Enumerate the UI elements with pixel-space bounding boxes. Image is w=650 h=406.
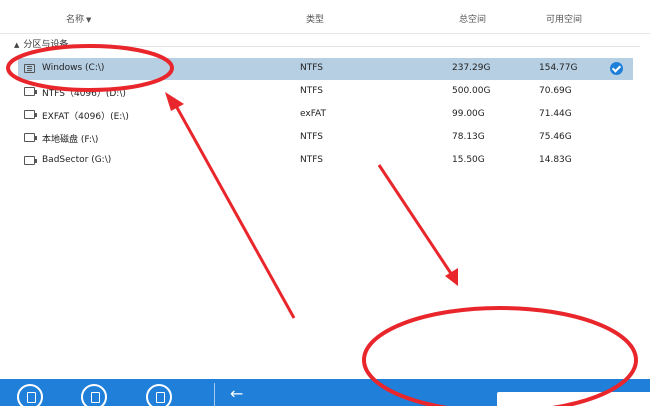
annotation-arrow-down [377,164,454,276]
back-arrow-icon[interactable]: ← [230,386,243,402]
next-button[interactable] [497,392,650,406]
drive-name: EXFAT（4096）(E:\) [42,112,129,122]
drive-mode-icon[interactable] [17,384,43,406]
table-row[interactable]: 本地磁盘 (F:\) NTFS 78.13G 75.46G [18,127,633,149]
drive-total: 78.13G [452,132,485,142]
drive-type: NTFS [300,63,323,73]
drive-name: Windows (C:\) [42,63,105,73]
table-row[interactable]: Windows (C:\) NTFS 237.29G 154.77G [18,58,633,80]
drive-type: NTFS [300,155,323,165]
drive-free: 70.69G [539,86,572,96]
drive-name: NTFS（4096）(D:\) [42,89,126,99]
drive-name: 本地磁盘 (F:\) [42,135,99,145]
drive-name: BadSector (G:\) [42,155,112,165]
table-header: 名称 ▼ 类型 总空间 可用空间 [0,0,650,34]
column-header-free[interactable]: 可用空间 [546,12,582,25]
sort-caret-icon: ▼ [86,16,92,24]
drive-icon [24,87,37,96]
column-header-name-label: 名称 [66,15,85,25]
system-drive-icon [24,64,35,73]
collapse-triangle-icon[interactable]: ▲ [14,41,19,49]
toolbar-divider [214,383,215,406]
drive-total: 237.29G [452,63,491,73]
column-header-name[interactable]: 名称 ▼ [66,12,91,25]
drive-total: 99.00G [452,109,485,119]
drive-free: 71.44G [539,109,572,119]
table-row[interactable]: NTFS（4096）(D:\) NTFS 500.00G 70.69G [18,81,633,103]
drive-type: NTFS [300,86,323,96]
drive-free: 75.46G [539,132,572,142]
drive-free: 154.77G [539,63,578,73]
location-pin-icon[interactable] [81,384,107,406]
annotation-arrowhead-down [445,268,458,286]
table-row[interactable]: EXFAT（4096）(E:\) exFAT 99.00G 71.44G [18,104,633,126]
drive-icon [24,110,37,119]
group-partitions-devices[interactable]: ▲ 分区与设备 [14,37,68,50]
drive-total: 500.00G [452,86,491,96]
drive-type: exFAT [300,109,327,119]
export-icon[interactable] [146,384,172,406]
table-row[interactable]: BadSector (G:\) NTFS 15.50G 14.83G [18,150,633,172]
drive-free: 14.83G [539,155,572,165]
group-label: 分区与设备 [23,40,69,50]
drive-icon [24,156,37,165]
selected-check-icon [610,62,623,75]
drive-total: 15.50G [452,155,485,165]
drive-icon [24,133,37,142]
group-divider [90,46,640,47]
column-header-type[interactable]: 类型 [306,12,324,25]
drive-type: NTFS [300,132,323,142]
column-header-total[interactable]: 总空间 [459,12,486,25]
